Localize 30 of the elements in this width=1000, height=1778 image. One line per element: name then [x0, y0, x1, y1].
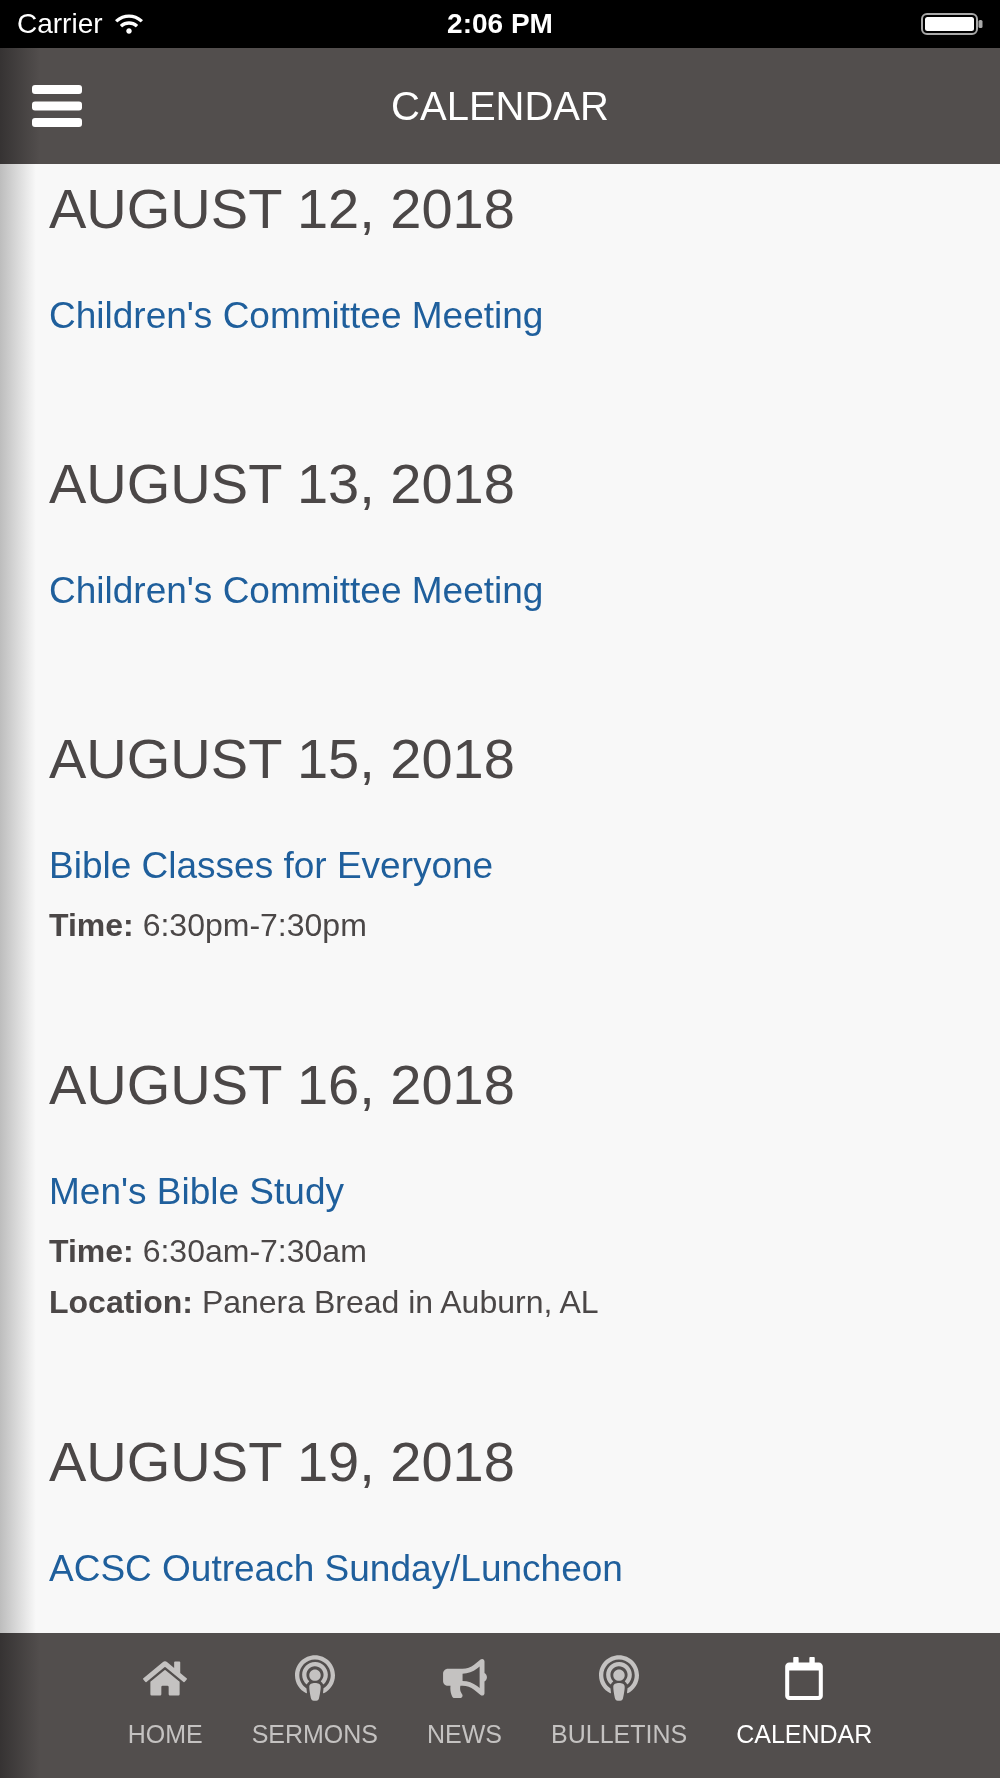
date-heading: AUGUST 13, 2018	[49, 452, 515, 516]
tab-button[interactable]: NEWS	[427, 1655, 503, 1749]
tab-button[interactable]: SERMONS	[251, 1655, 379, 1749]
menu-button[interactable]	[32, 85, 82, 127]
tab-button[interactable]: CALENDAR	[736, 1655, 873, 1749]
event-detail: Time: 6:30pm-7:30pm	[49, 906, 367, 945]
date-heading: AUGUST 19, 2018	[49, 1430, 515, 1494]
event-detail: Time: 6:30am-7:30am	[49, 1232, 367, 1271]
status-time: 2:06 PM	[447, 7, 553, 41]
podcast-icon	[599, 1655, 640, 1701]
event-title-link[interactable]: ACSC Outreach Sunday/Luncheon	[49, 1547, 623, 1591]
carrier-name: Carrier	[17, 7, 103, 41]
date-heading: AUGUST 15, 2018	[49, 727, 515, 791]
event-detail: Location: Panera Bread in Auburn, AL	[49, 1283, 599, 1322]
menu-icon	[32, 85, 82, 127]
calendar-icon	[785, 1656, 824, 1700]
battery-icon	[921, 13, 983, 35]
date-heading: AUGUST 16, 2018	[49, 1053, 515, 1117]
page-title: CALENDAR	[391, 83, 609, 130]
megaphone-icon	[442, 1658, 487, 1698]
event-title-link[interactable]: Bible Classes for Everyone	[49, 844, 494, 888]
event-title-link[interactable]: Children's Committee Meeting	[49, 569, 544, 613]
tab-button[interactable]: HOME	[127, 1655, 203, 1749]
tab-button[interactable]: BULLETINS	[551, 1655, 688, 1749]
podcast-icon	[294, 1655, 335, 1701]
wifi-icon	[114, 13, 143, 35]
date-heading: AUGUST 12, 2018	[49, 177, 515, 241]
event-title-link[interactable]: Children's Committee Meeting	[49, 294, 544, 338]
house-icon	[143, 1658, 188, 1698]
event-title-link[interactable]: Men's Bible Study	[49, 1170, 344, 1214]
